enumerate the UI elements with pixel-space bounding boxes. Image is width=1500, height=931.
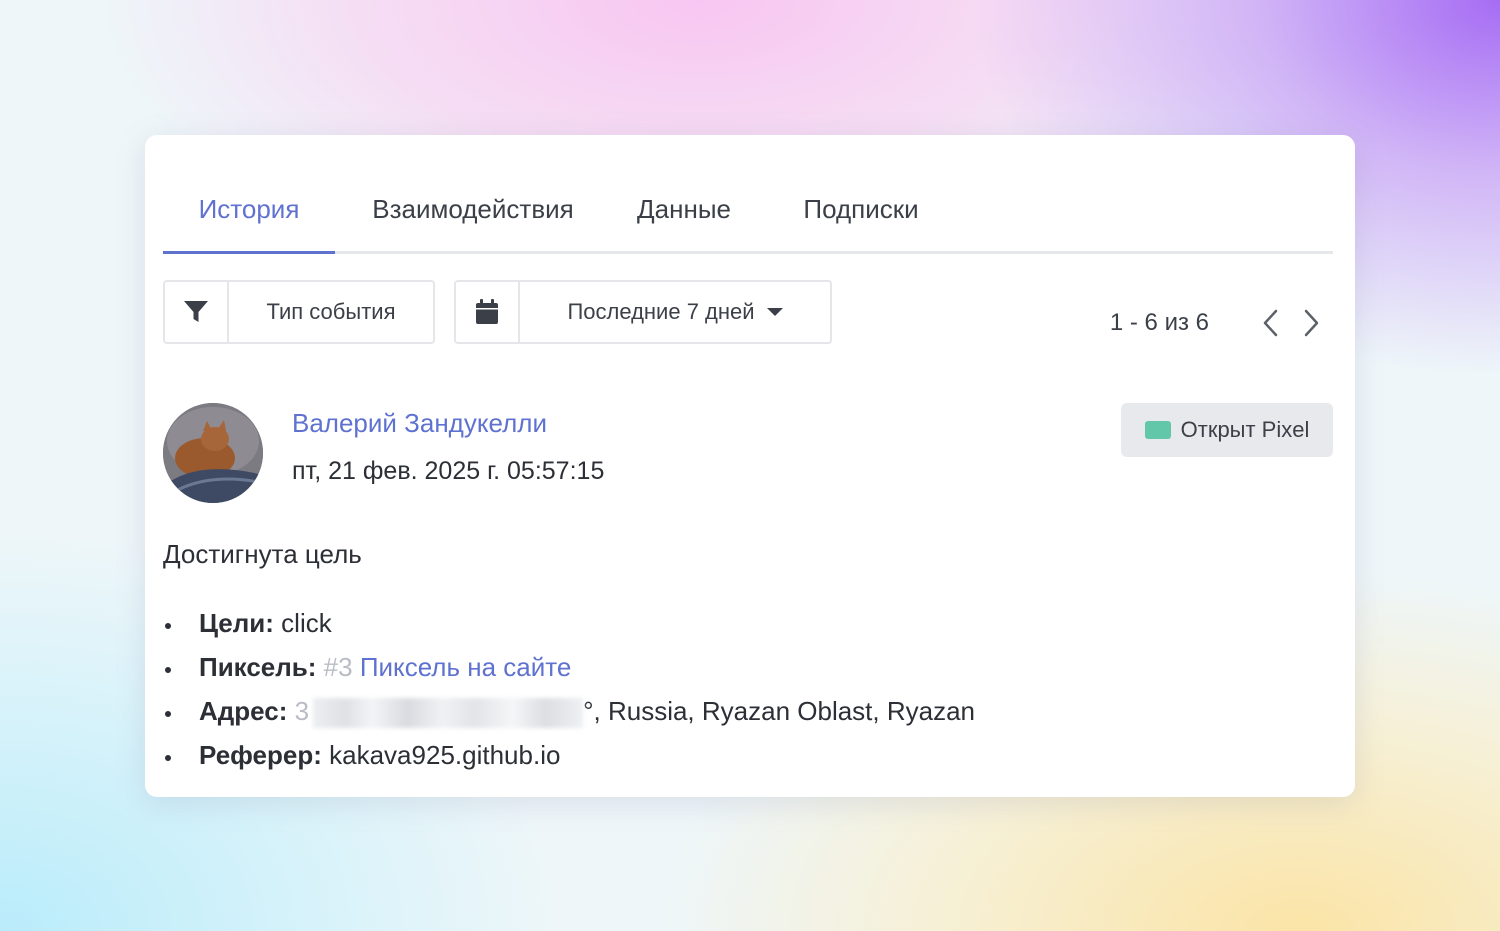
caret-down-icon [766,308,783,316]
period-filter-label: Последние 7 дней [520,282,830,342]
event-timestamp: пт, 21 фев. 2025 г. 05:57:15 [292,457,605,485]
period-filter-text: Последние 7 дней [567,299,755,324]
address-suffix: °, Russia, Ryazan Oblast, Ryazan [583,696,976,726]
list-item: Реферер: kakava925.github.io [163,735,975,779]
tab-history[interactable]: История [163,183,335,254]
list-item: Цели: click [163,603,975,647]
event-title: Достигнута цель [163,539,362,569]
status-badge-label: Открыт Pixel [1180,417,1310,442]
goals-value: click [281,608,332,638]
avatar[interactable] [163,403,263,503]
envelope-icon [1144,421,1171,439]
card-content: История Взаимодействия Данные Подписки Т… [163,135,1333,797]
referrer-value: kakava925.github.io [329,740,561,770]
event-history-card: История Взаимодействия Данные Подписки Т… [145,135,1355,797]
list-item: Адрес: 3 °, Russia, Ryazan Oblast, Ryazan [163,691,975,735]
goals-key: Цели: [199,608,274,638]
tab-subscriptions[interactable]: Подписки [791,183,931,251]
event-type-filter-label: Тип события [266,299,396,324]
pixel-key: Пиксель: [199,652,317,682]
redacted-address [313,698,584,729]
status-badge: Открыт Pixel [1121,403,1333,457]
event-details-list: Цели: click Пиксель: #3 Пиксель на сайте… [163,603,975,779]
list-item: Пиксель: #3 Пиксель на сайте [163,647,975,691]
pixel-link[interactable]: Пиксель на сайте [360,652,572,682]
address-prefix: 3 [294,696,310,726]
tab-interactions[interactable]: Взаимодействия [353,183,593,251]
pagination-summary: 1 - 6 из 6 [1109,309,1209,336]
tab-data[interactable]: Данные [629,183,739,251]
pixel-id: #3 [323,652,353,682]
referrer-key: Реферер: [199,740,322,770]
event-author-link[interactable]: Валерий Зандукелли [292,408,547,439]
chevron-right-icon[interactable] [1297,307,1327,339]
funnel-icon [165,282,229,342]
pagination: 1 - 6 из 6 [1110,307,1327,339]
tab-bar: История Взаимодействия Данные Подписки [163,183,1333,254]
period-filter[interactable]: Последние 7 дней [454,280,832,344]
event-type-filter[interactable]: Тип события [163,280,435,344]
address-key: Адрес: [199,696,288,726]
calendar-icon [456,282,520,342]
chevron-left-icon[interactable] [1255,307,1285,339]
